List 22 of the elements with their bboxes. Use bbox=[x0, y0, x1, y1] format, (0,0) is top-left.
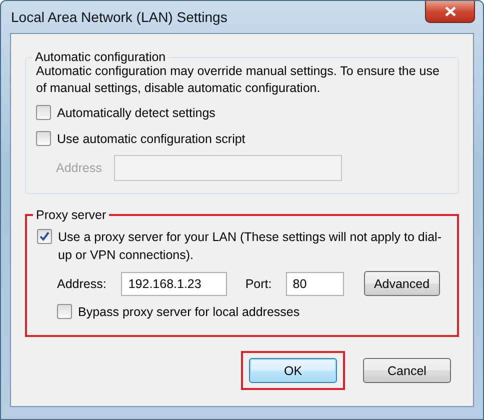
checkbox-label[interactable]: Automatically detect settings bbox=[57, 104, 216, 122]
window-title: Local Area Network (LAN) Settings bbox=[11, 9, 228, 25]
advanced-button[interactable]: Advanced bbox=[364, 271, 440, 296]
field-label: Port: bbox=[245, 276, 272, 290]
group-title: Proxy server bbox=[35, 208, 108, 222]
input-field[interactable]: 80 bbox=[286, 272, 344, 296]
checkbox-label[interactable]: Use a proxy server for your LAN (These settings will not apply to dial-up or VPN connections). bbox=[58, 228, 447, 264]
dialog-button[interactable]: Cancel bbox=[363, 358, 451, 383]
checkbox[interactable] bbox=[57, 304, 72, 319]
field-label: Address: bbox=[57, 276, 106, 290]
close-button[interactable] bbox=[425, 1, 475, 23]
input-field[interactable]: 192.168.1.23 bbox=[121, 272, 228, 296]
checkbox-label[interactable]: Bypass proxy server for local addresses bbox=[78, 303, 300, 321]
checkbox[interactable] bbox=[36, 131, 51, 146]
checkbox[interactable] bbox=[36, 105, 51, 120]
checkbox[interactable] bbox=[37, 229, 52, 244]
field-label: Address bbox=[56, 161, 102, 175]
description-text: Automatic configuration may override manual settings. To ensure the use of manual settings, disable automatic configuration. bbox=[36, 64, 440, 97]
dialog-button[interactable]: OK bbox=[249, 358, 337, 383]
checkbox-label[interactable]: Use automatic configuration script bbox=[57, 130, 246, 148]
group-title: Automatic configuration bbox=[34, 50, 167, 64]
close-icon bbox=[444, 6, 456, 17]
